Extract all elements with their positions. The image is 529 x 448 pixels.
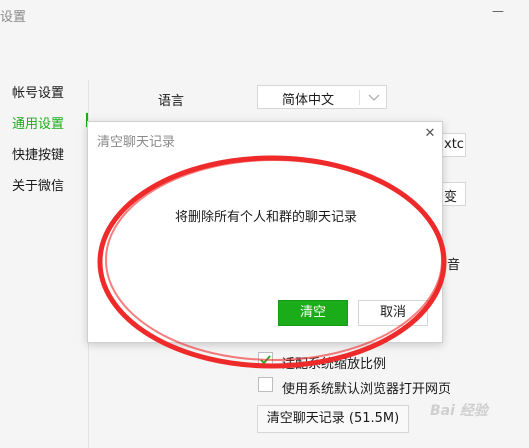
scale-checkbox[interactable] — [258, 352, 273, 367]
language-select[interactable]: 简体中文 — [257, 85, 387, 109]
watermark-logo: Bai 经验 — [430, 403, 488, 419]
partial-button-1-text: xtc — [444, 137, 464, 152]
select-separator — [359, 90, 360, 105]
sidebar-item-general[interactable]: 通用设置 — [12, 113, 64, 132]
scale-checkbox-label: 适配系统缩放比例 — [282, 357, 387, 372]
dialog-message: 将删除所有个人和群的聊天记录 — [174, 210, 357, 225]
clear-history-button[interactable]: 清空聊天记录 (51.5M) — [257, 405, 409, 433]
checkmark-icon — [260, 355, 271, 365]
chevron-down-icon — [368, 94, 380, 101]
sidebar-item-about[interactable]: 关于微信 — [12, 175, 64, 194]
language-label: 语言 — [158, 94, 185, 109]
cancel-button[interactable]: 取消 — [358, 300, 428, 326]
confirm-clear-button[interactable]: 清空 — [278, 300, 348, 326]
sidebar-item-account[interactable]: 帐号设置 — [12, 82, 64, 101]
dialog-title: 清空聊天记录 — [97, 135, 176, 150]
language-value: 简体中文 — [281, 93, 334, 108]
clear-history-dialog: 清空聊天记录 ✕ 将删除所有个人和群的聊天记录 清空 取消 — [87, 121, 443, 343]
partial-label-3: 音 — [447, 258, 461, 273]
browser-checkbox[interactable] — [258, 377, 273, 392]
minimize-icon[interactable]: — — [491, 4, 505, 18]
sidebar-item-shortcuts[interactable]: 快捷按键 — [12, 144, 64, 163]
settings-sidebar: 帐号设置 通用设置 快捷按键 关于微信 — [0, 0, 88, 448]
close-icon[interactable]: ✕ — [423, 127, 437, 141]
partial-button-2-text: 变 — [444, 190, 458, 205]
browser-checkbox-label: 使用系统默认浏览器打开网页 — [282, 382, 452, 397]
